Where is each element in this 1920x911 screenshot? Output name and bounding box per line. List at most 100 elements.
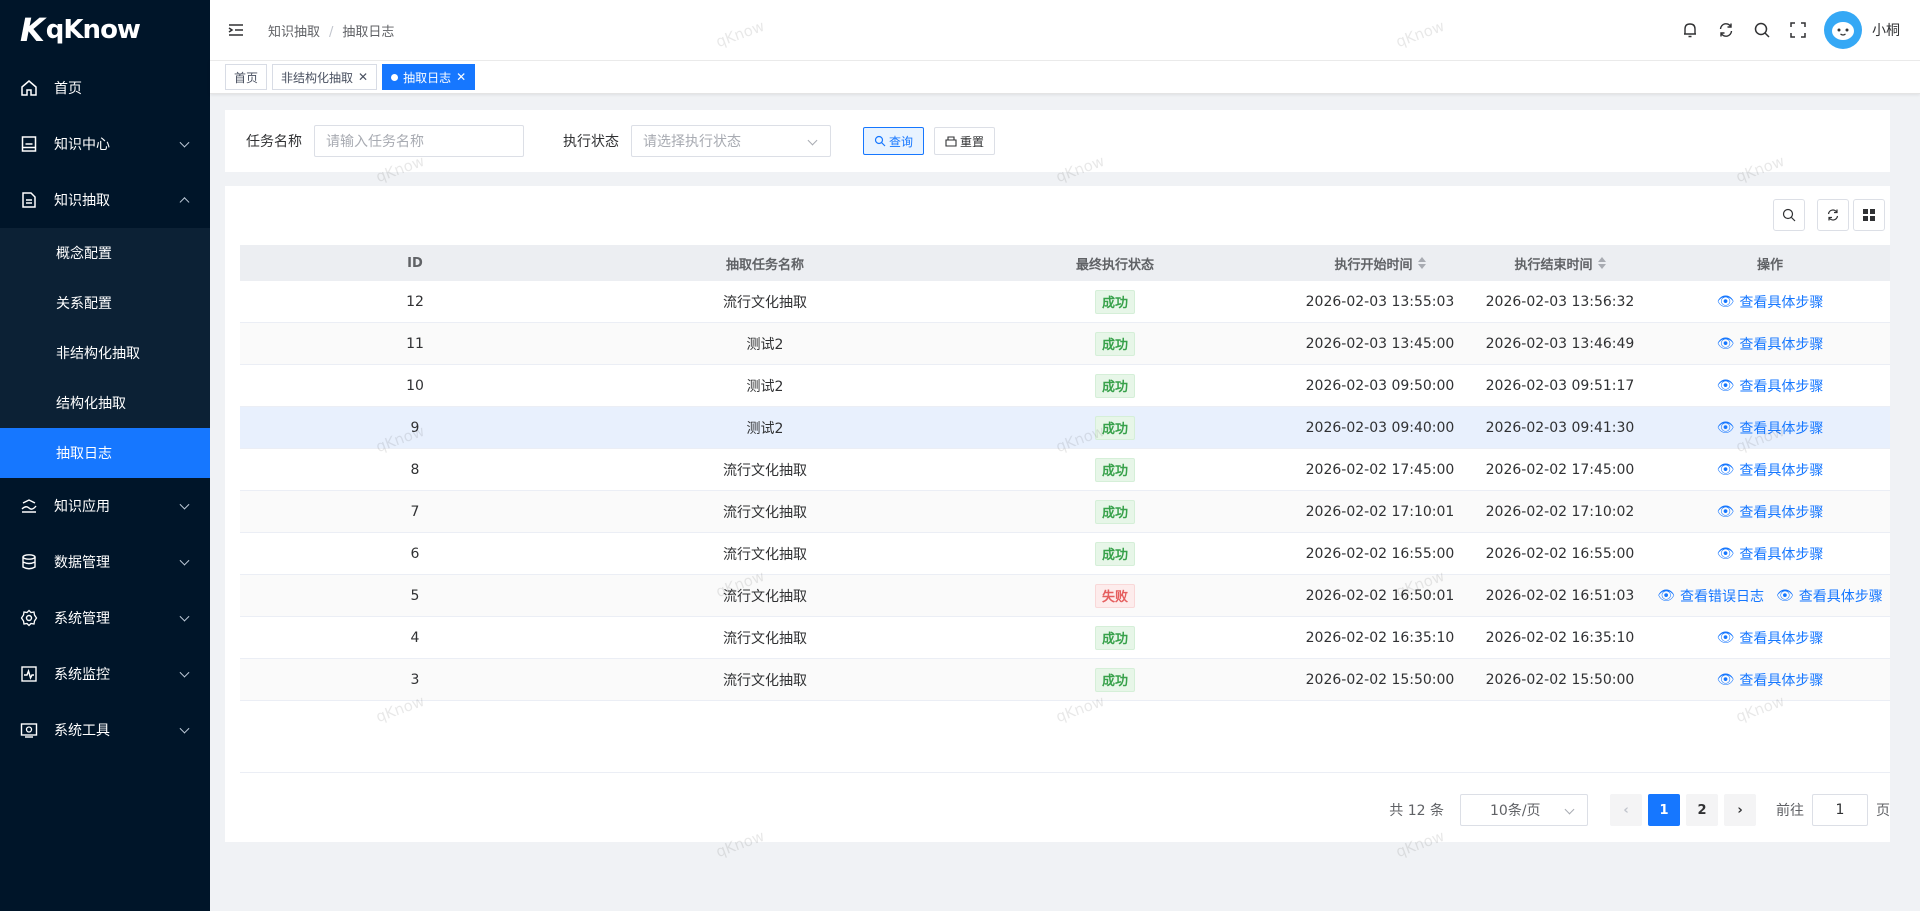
tag-label: 非结构化抽取 (281, 70, 354, 85)
tag-unstructured-extract[interactable]: 非结构化抽取 ✕ (272, 64, 378, 90)
table-row[interactable]: 8 流行文化抽取 成功 2026-02-02 17:45:00 2026-02-02 1… (240, 449, 1890, 491)
knowledge-icon (20, 135, 38, 153)
sidebar-item-system-tools[interactable]: 系统工具 (0, 702, 210, 758)
sidebar-item-knowledge-extract[interactable]: 知识抽取 (0, 172, 210, 228)
cell-start-time: 2026-02-03 13:45:00 (1305, 335, 1455, 352)
table-row[interactable]: 6 流行文化抽取 成功 2026-02-02 16:55:00 2026-02-02 1… (240, 533, 1890, 575)
sidebar-item-home[interactable]: 首页 (0, 60, 210, 116)
sidebar-item-label: 系统监控 (54, 667, 110, 683)
view-steps-link[interactable]: 👁 查看具体步骤 (1717, 670, 1824, 690)
sidebar-item-system-monitor[interactable]: 系统监控 (0, 646, 210, 702)
sidebar-subitem-extract-log[interactable]: 抽取日志 (0, 428, 210, 478)
app-logo[interactable]: KqKnow (0, 0, 210, 60)
sidebar-subitem-unstructured-extract[interactable]: 非结构化抽取 (0, 328, 210, 378)
page-button-1[interactable]: 1 (1648, 794, 1680, 826)
view-steps-link[interactable]: 👁 查看具体步骤 (1717, 502, 1824, 522)
action-label: 查看具体步骤 (1798, 588, 1883, 605)
column-header-actions: 操作 (1756, 257, 1783, 273)
sidebar-item-data-manage[interactable]: 数据管理 (0, 534, 210, 590)
breadcrumb-item[interactable]: 知识抽取 (268, 25, 320, 40)
avatar[interactable] (1824, 11, 1862, 49)
column-header-start-time[interactable]: 执行开始时间 (1290, 245, 1470, 281)
toggle-search-button[interactable] (1773, 199, 1805, 231)
action-label: 查看具体步骤 (1739, 630, 1824, 647)
cell-id: 6 (410, 545, 420, 562)
sidebar-subitem-concept-config[interactable]: 概念配置 (0, 228, 210, 278)
sidebar-subitem-structured-extract[interactable]: 结构化抽取 (0, 378, 210, 428)
sidebar-item-knowledge-center[interactable]: 知识中心 (0, 116, 210, 172)
breadcrumb-current: 抽取日志 (342, 24, 395, 40)
view-steps-link[interactable]: 👁 查看具体步骤 (1717, 460, 1824, 480)
cell-task-name: 流行文化抽取 (723, 546, 807, 563)
view-steps-link[interactable]: 👁 查看具体步骤 (1717, 334, 1824, 354)
eye-icon: 👁 (1716, 419, 1735, 436)
action-label: 查看具体步骤 (1739, 336, 1824, 353)
search-icon[interactable] (1752, 20, 1772, 40)
table-row[interactable]: 7 流行文化抽取 成功 2026-02-02 17:10:01 2026-02-02 1… (240, 491, 1890, 533)
cell-actions: 👁 查看具体步骤 (1650, 323, 1890, 364)
refresh-table-button[interactable] (1817, 199, 1849, 231)
cell-task-name: 流行文化抽取 (723, 294, 807, 311)
view-steps-link[interactable]: 👁 查看具体步骤 (1717, 544, 1824, 564)
chevron-down-icon (1564, 804, 1575, 815)
page-size-select[interactable]: 10条/页 (1460, 794, 1588, 826)
bell-icon[interactable] (1680, 20, 1700, 40)
breadcrumb: 知识抽取 / 抽取日志 (268, 21, 394, 40)
active-dot-icon (391, 73, 399, 81)
next-page-button[interactable]: › (1724, 794, 1756, 826)
cell-status: 成功 (940, 323, 1290, 364)
table-row[interactable]: 12 流行文化抽取 成功 2026-02-03 13:55:03 2026-02-03 … (240, 281, 1890, 323)
column-header-end-time[interactable]: 执行结束时间 (1470, 245, 1650, 281)
pagination-total: 共 12 条 (1389, 803, 1444, 819)
sidebar-item-system-manage[interactable]: 系统管理 (0, 590, 210, 646)
goto-suffix: 页 (1876, 803, 1890, 819)
chevron-down-icon (807, 135, 818, 146)
sidebar-subitem-relation-config[interactable]: 关系配置 (0, 278, 210, 328)
cell-start-time: 2026-02-02 15:50:00 (1305, 671, 1455, 688)
cell-id: 8 (410, 461, 420, 478)
view-steps-link[interactable]: 👁 查看具体步骤 (1717, 292, 1824, 312)
cell-end-time: 2026-02-02 16:55:00 (1485, 545, 1635, 562)
table-row[interactable]: 4 流行文化抽取 成功 2026-02-02 16:35:10 2026-02-02 1… (240, 617, 1890, 659)
collapse-menu-icon[interactable] (226, 20, 246, 40)
view-steps-link[interactable]: 👁 查看具体步骤 (1717, 376, 1824, 396)
page-button-2[interactable]: 2 (1686, 794, 1718, 826)
close-icon[interactable]: ✕ (358, 71, 368, 83)
view-steps-link[interactable]: 👁 查看具体步骤 (1776, 586, 1883, 606)
view-steps-link[interactable]: 👁 查看具体步骤 (1717, 628, 1824, 648)
tag-label: 抽取日志 (403, 70, 452, 85)
fullscreen-icon[interactable] (1788, 20, 1808, 40)
tag-home[interactable]: 首页 (225, 64, 268, 90)
task-name-input[interactable]: 请输入任务名称 (314, 125, 524, 157)
sidebar-item-label: 知识中心 (54, 137, 110, 153)
query-button[interactable]: 查询 (863, 127, 925, 155)
table-row[interactable]: 3 流行文化抽取 成功 2026-02-02 15:50:00 2026-02-02 1… (240, 659, 1890, 701)
eye-icon: 👁 (1716, 671, 1735, 688)
column-header-task-name: 抽取任务名称 (725, 257, 804, 273)
table-row[interactable]: 11 测试2 成功 2026-02-03 13:45:00 2026-02-03 13:… (240, 323, 1890, 365)
table-row[interactable]: 5 流行文化抽取 失败 2026-02-02 16:50:01 2026-02-02 1… (240, 575, 1890, 617)
goto-page-input[interactable]: 1 (1812, 794, 1868, 826)
sidebar-item-knowledge-app[interactable]: 知识应用 (0, 478, 210, 534)
username[interactable]: 小桐 (1872, 20, 1900, 40)
sidebar-item-label: 系统管理 (54, 611, 110, 627)
table-row[interactable]: 9 测试2 成功 2026-02-03 09:40:00 2026-02-03 09:4… (240, 407, 1890, 449)
view-error-log-link[interactable]: 👁 查看错误日志 (1657, 586, 1764, 606)
table-row[interactable]: 10 测试2 成功 2026-02-03 09:50:00 2026-02-03 09:… (240, 365, 1890, 407)
reset-button[interactable]: 重置 (934, 127, 996, 155)
sort-icon[interactable] (1597, 257, 1606, 269)
column-settings-button[interactable] (1853, 199, 1885, 231)
view-steps-link[interactable]: 👁 查看具体步骤 (1717, 418, 1824, 438)
tag-extract-log[interactable]: 抽取日志 ✕ (382, 64, 476, 90)
eye-icon: 👁 (1776, 587, 1794, 604)
refresh-icon[interactable] (1716, 20, 1736, 40)
sort-icon[interactable] (1417, 257, 1426, 269)
close-icon[interactable]: ✕ (456, 71, 466, 83)
chevron-down-icon (179, 555, 190, 566)
prev-page-button[interactable]: ‹ (1610, 794, 1642, 826)
sidebar-item-label: 知识抽取 (54, 193, 110, 209)
status-select[interactable]: 请选择执行状态 (631, 125, 831, 157)
cell-start-time: 2026-02-02 16:55:00 (1305, 545, 1455, 562)
eye-icon: 👁 (1716, 335, 1735, 352)
search-icon (1782, 208, 1796, 222)
